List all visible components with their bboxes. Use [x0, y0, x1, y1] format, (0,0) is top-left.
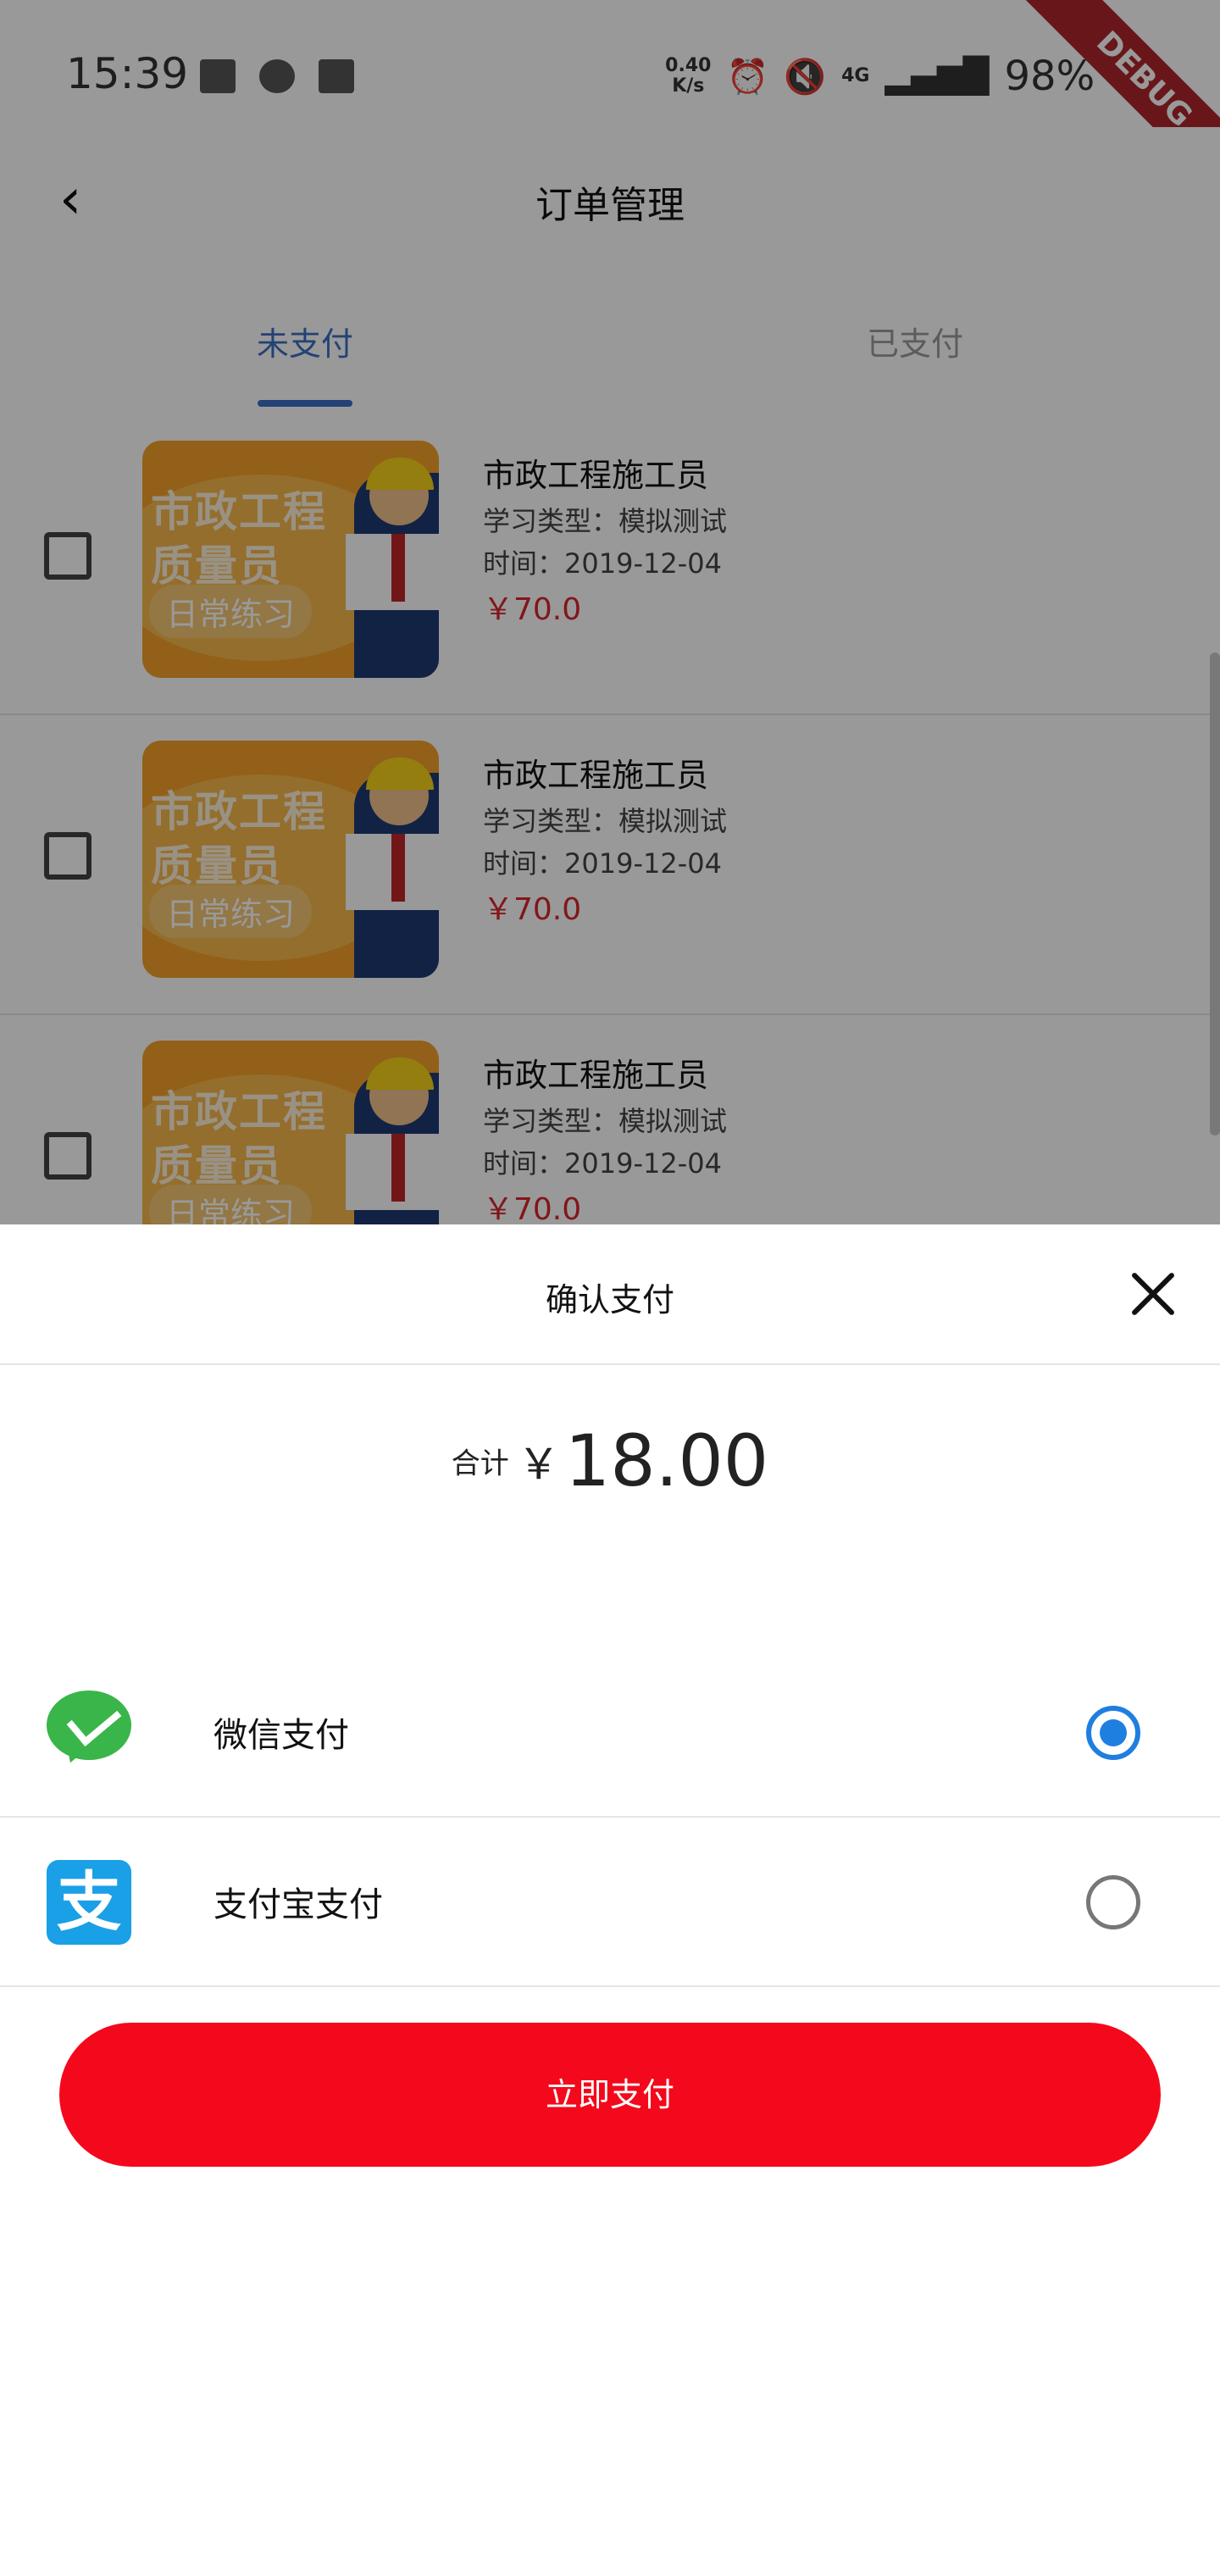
total-amount: 18.00 — [564, 1419, 769, 1502]
close-icon[interactable] — [1127, 1269, 1178, 1319]
wechat-icon — [47, 1690, 131, 1768]
radio-wechat-selected[interactable] — [1086, 1706, 1140, 1760]
payment-label-alipay: 支付宝支付 — [214, 1885, 383, 1924]
sheet-title: 确认支付 — [545, 1281, 674, 1319]
pay-now-button[interactable]: 立即支付 — [59, 2023, 1161, 2167]
total-label: 合计 — [451, 1446, 509, 1481]
payment-option-alipay[interactable]: 支 支付宝支付 — [0, 1818, 1220, 1987]
payment-label-wechat: 微信支付 — [214, 1716, 349, 1755]
modal-overlay[interactable] — [0, 0, 1220, 1224]
sheet-header: 确认支付 — [0, 1224, 1220, 1365]
payment-option-wechat[interactable]: 微信支付 — [0, 1648, 1220, 1818]
payment-sheet: 确认支付 合计 ￥18.00 微信支付 支 支付宝支付 立即支付 — [0, 1224, 1220, 2576]
currency-symbol: ￥ — [517, 1440, 560, 1489]
radio-alipay[interactable] — [1086, 1875, 1140, 1929]
alipay-icon: 支 — [47, 1860, 131, 1945]
total-amount-row: 合计 ￥18.00 — [0, 1419, 1220, 1502]
